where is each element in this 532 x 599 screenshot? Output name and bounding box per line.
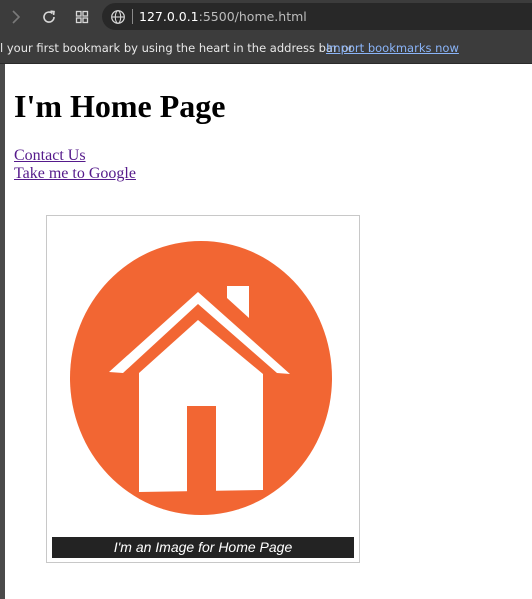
bookmarks-bar: l your first bookmark by using the heart… [0,33,532,64]
reload-icon [43,10,55,23]
url-host: 127.0.0.1 [139,9,199,24]
bookmarks-empty-message: l your first bookmark by using the heart… [0,41,354,55]
browser-toolbar: 127.0.0.1:5500/home.html [0,0,532,33]
globe-icon[interactable] [110,9,126,25]
reload-button[interactable] [37,5,61,29]
page-viewport[interactable]: I'm Home Page Contact Us Take me to Goog… [0,64,532,599]
forward-arrow-icon [12,10,21,24]
contact-us-link[interactable]: Contact Us [14,147,86,165]
import-bookmarks-link[interactable]: Import bookmarks now [326,41,459,55]
url-text[interactable]: 127.0.0.1:5500/home.html [139,8,307,25]
home-figure: I'm an Image for Home Page [46,215,360,563]
tab-grid-icon [75,10,89,24]
window-edge [0,64,5,599]
forward-button[interactable] [4,5,28,29]
house-icon [70,241,332,515]
browser-window: 127.0.0.1:5500/home.html l your first bo… [0,0,532,599]
address-divider [132,9,133,24]
tab-grid-button[interactable] [70,5,94,29]
address-bar[interactable]: 127.0.0.1:5500/home.html [102,3,532,30]
figure-caption: I'm an Image for Home Page [52,537,354,558]
google-link[interactable]: Take me to Google [14,165,136,183]
page-title: I'm Home Page [14,88,226,124]
url-path: :5500/home.html [198,9,307,24]
